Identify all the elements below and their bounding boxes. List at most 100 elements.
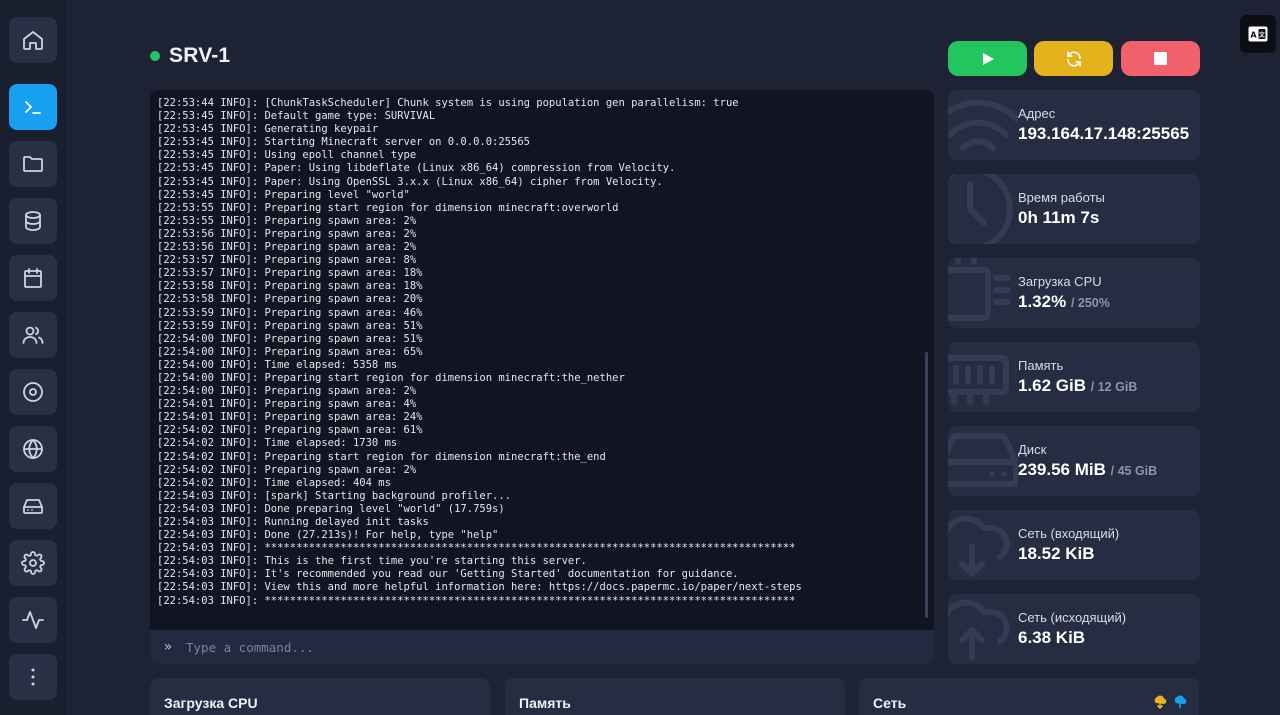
stat-card-disk: Диск 239.56 MiB / 45 GiB: [948, 426, 1200, 496]
sidebar-item-databases[interactable]: [9, 198, 57, 244]
sidebar-item-home[interactable]: [9, 17, 57, 63]
console-line: [22:53:58 INFO]: Preparing spawn area: 1…: [157, 280, 423, 293]
console-line: [22:54:01 INFO]: Preparing spawn area: 2…: [157, 411, 423, 424]
stop-icon: [1154, 52, 1167, 65]
home-icon: [23, 31, 43, 50]
memory-icon: [948, 355, 1009, 405]
restart-button[interactable]: [1034, 41, 1113, 76]
console-line: [22:53:59 INFO]: Preparing spawn area: 4…: [157, 306, 423, 319]
sidebar-item-activity[interactable]: [9, 597, 57, 643]
stat-card-cpu: Загрузка CPU 1.32% / 250%: [948, 258, 1200, 328]
console-line: [22:53:59 INFO]: Preparing spawn area: 5…: [157, 319, 423, 332]
console-line: [22:53:45 INFO]: Paper: Using OpenSSL 3.…: [157, 175, 663, 188]
stat-card-address: Адрес 193.164.17.148:25565: [948, 90, 1200, 160]
refresh-icon: [1066, 50, 1081, 67]
prompt-icon: »: [163, 639, 173, 655]
console-line: [22:53:57 INFO]: Preparing spawn area: 1…: [157, 267, 423, 280]
folder-icon: [23, 156, 43, 172]
outbound-legend-icon[interactable]: [1173, 695, 1187, 709]
sidebar-item-settings[interactable]: [9, 540, 57, 586]
stat-value: 0h 11m 7s: [1018, 208, 1100, 227]
sidebar-item-backups[interactable]: [9, 369, 57, 415]
sidebar-item-files[interactable]: [9, 141, 57, 187]
console-line: [22:53:45 INFO]: Generating keypair: [157, 123, 379, 136]
console-line: [22:54:03 INFO]: ***********************…: [157, 594, 796, 607]
console-line: [22:54:02 INFO]: Time elapsed: 1730 ms: [157, 437, 398, 450]
stat-card-network-in: Сеть (входящий) 18.52 KiB: [948, 510, 1200, 580]
console-line: [22:54:03 INFO]: Done preparing level "w…: [157, 502, 505, 515]
network-graph-card: Сеть: [859, 678, 1199, 715]
sidebar-item-users[interactable]: [9, 312, 57, 358]
console-line: [22:54:00 INFO]: Preparing spawn area: 5…: [157, 332, 423, 345]
console-line: [22:54:01 INFO]: Preparing spawn area: 4…: [157, 398, 417, 411]
console-icon: [25, 101, 41, 114]
console-line: [22:54:03 INFO]: Done (27.213s)! For hel…: [157, 529, 499, 542]
users-icon: [22, 326, 44, 344]
console-line: [22:54:03 INFO]: ***********************…: [157, 542, 796, 555]
console-line: [22:53:55 INFO]: Preparing start region …: [157, 201, 619, 214]
activity-icon: [22, 611, 44, 629]
inbound-legend-icon[interactable]: [1153, 695, 1167, 710]
svg-text:A: A: [1250, 31, 1257, 40]
translate-icon: A 文: [1248, 26, 1268, 42]
sidebar: [0, 0, 66, 715]
console-line: [22:54:03 INFO]: This is the first time …: [157, 555, 587, 568]
console-line: [22:53:58 INFO]: Preparing spawn area: 2…: [157, 293, 423, 306]
console-line: [22:54:03 INFO]: View this and more help…: [157, 581, 802, 594]
more-vertical-icon: [31, 668, 35, 686]
upload-cloud-icon: [948, 599, 1010, 661]
hard-drive-icon: [948, 433, 1019, 487]
console-scrollbar[interactable]: [925, 352, 928, 618]
stat-value: 18.52 KiB: [1018, 544, 1095, 563]
stat-value: 1.62 GiB / 12 GiB: [1018, 376, 1138, 395]
console-panel: [22:53:44 INFO]: [ChunkTaskScheduler] Ch…: [150, 90, 934, 664]
console-line: [22:53:45 INFO]: Default game type: SURV…: [157, 110, 436, 123]
console-line: [22:53:44 INFO]: [ChunkTaskScheduler] Ch…: [157, 97, 739, 109]
console-line: [22:53:56 INFO]: Preparing spawn area: 2…: [157, 227, 417, 240]
graph-title: Загрузка CPU: [164, 695, 258, 711]
sidebar-item-console[interactable]: [9, 84, 57, 130]
console-line: [22:53:45 INFO]: Starting Minecraft serv…: [157, 136, 530, 149]
console-line: [22:54:02 INFO]: Time elapsed: 404 ms: [157, 476, 391, 489]
console-line: [22:54:00 INFO]: Preparing start region …: [157, 371, 625, 384]
console-line: [22:53:45 INFO]: Using epoll channel typ…: [157, 149, 417, 162]
console-line: [22:54:03 INFO]: [spark] Starting backgr…: [157, 489, 512, 502]
globe-icon: [23, 439, 43, 459]
sidebar-item-network[interactable]: [9, 426, 57, 472]
command-input[interactable]: [186, 639, 934, 655]
sidebar-item-storage[interactable]: [9, 483, 57, 529]
console-line: [22:54:03 INFO]: Running delayed init ta…: [157, 516, 429, 528]
start-button[interactable]: [948, 41, 1027, 76]
console-output: [22:53:44 INFO]: [ChunkTaskScheduler] Ch…: [157, 97, 920, 608]
sidebar-item-schedules[interactable]: [9, 255, 57, 301]
stat-label: Сеть (исходящий): [1018, 610, 1127, 625]
clock-icon: [948, 174, 1013, 244]
console-line: [22:54:00 INFO]: Preparing spawn area: 6…: [157, 345, 423, 358]
server-header: SRV-1: [150, 44, 230, 68]
console-line: [22:54:02 INFO]: Preparing spawn area: 2…: [157, 463, 417, 476]
stat-value: 239.56 MiB / 45 GiB: [1018, 460, 1158, 479]
database-icon: [25, 211, 41, 231]
wifi-icon: [948, 99, 1021, 151]
server-name: SRV-1: [169, 44, 231, 67]
stat-value: 193.164.17.148:25565: [1018, 124, 1190, 143]
cpu-graph-card: Загрузка CPU: [150, 678, 490, 715]
stat-card-memory: Память 1.62 GiB / 12 GiB: [948, 342, 1200, 412]
cpu-icon: [948, 258, 1011, 321]
svg-text:文: 文: [1258, 31, 1266, 39]
play-icon: [982, 52, 994, 65]
graph-title: Сеть: [873, 695, 907, 711]
stat-label: Адрес: [1018, 106, 1056, 121]
network-legend: [1153, 695, 1187, 710]
disc-icon: [23, 382, 43, 402]
translate-button[interactable]: A 文: [1240, 15, 1276, 53]
drive-icon: [23, 499, 43, 514]
status-indicator: [150, 51, 160, 61]
stat-value: 1.32% / 250%: [1018, 292, 1110, 311]
stop-button[interactable]: [1121, 41, 1200, 76]
stat-label: Загрузка CPU: [1018, 274, 1102, 289]
stat-card-uptime: Время работы 0h 11m 7s: [948, 174, 1200, 244]
sidebar-item-more[interactable]: [9, 654, 57, 700]
console-line: [22:53:45 INFO]: Preparing level "world": [157, 188, 410, 201]
console-line: [22:54:02 INFO]: Preparing spawn area: 6…: [157, 424, 423, 437]
